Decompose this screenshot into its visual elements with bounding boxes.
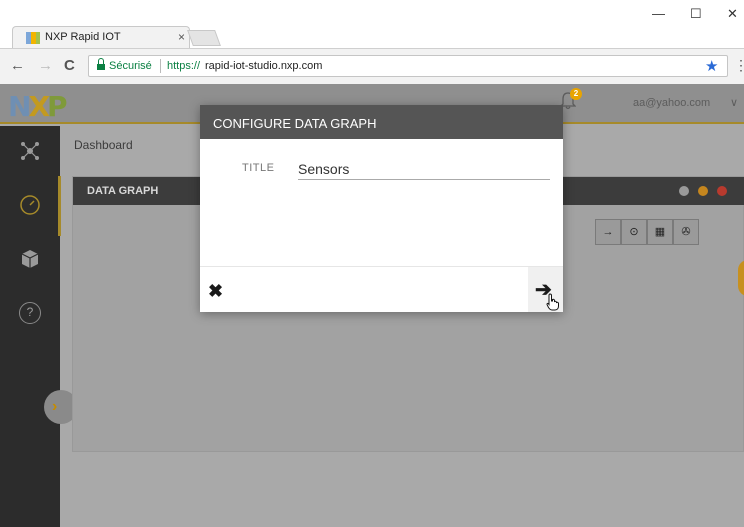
forward-arrow-icon[interactable]: → (38, 57, 53, 74)
card-title: DATA GRAPH (87, 185, 159, 197)
tab-close-icon[interactable]: × (178, 30, 185, 44)
card-settings-icon[interactable] (679, 186, 689, 196)
browser-titlebar: NXP Rapid IOT × — ☐ ✕ (0, 0, 744, 48)
address-bar[interactable]: Sécurisé https:// rapid-iot-studio.nxp.c… (88, 55, 728, 77)
close-icon[interactable]: ✖ (208, 281, 223, 302)
logo-letter-x: X (28, 90, 50, 123)
configure-data-graph-dialog: CONFIGURE DATA GRAPH TITLE ✖ ➔ (200, 105, 563, 312)
browser-toolbar: ← → C Sécurisé https:// rapid-iot-studio… (0, 48, 744, 84)
new-tab-button[interactable] (187, 30, 221, 46)
share-icon[interactable]: ✇ (673, 219, 699, 245)
address-separator (160, 59, 161, 73)
arrow-right-icon[interactable]: → (595, 219, 621, 245)
calendar-icon[interactable]: ▦ (647, 219, 673, 245)
secure-label: Sécurisé (109, 60, 152, 72)
floating-action-button[interactable] (738, 260, 744, 296)
sidebar: ? › (0, 126, 78, 527)
user-email[interactable]: aa@yahoo.com (633, 97, 710, 109)
title-field-label: TITLE (242, 162, 275, 174)
nxp-logo[interactable]: NXP (8, 90, 67, 123)
title-input[interactable] (298, 158, 550, 180)
browser-tab[interactable]: NXP Rapid IOT × (12, 26, 190, 48)
minimize-window-button[interactable]: — (652, 6, 665, 21)
url-host: rapid-iot-studio.nxp.com (205, 60, 323, 72)
network-icon[interactable] (19, 140, 41, 162)
logo-letter-p: P (47, 90, 67, 123)
logo-letter-n: N (8, 90, 32, 123)
chevron-down-icon[interactable]: ∨ (730, 96, 738, 109)
help-icon[interactable]: ? (19, 302, 41, 324)
sidebar-active-indicator (58, 176, 61, 236)
tab-title: NXP Rapid IOT (45, 31, 121, 43)
browser-menu-icon[interactable]: ⋮ (734, 57, 744, 74)
hand-cursor-icon (546, 293, 560, 311)
bookmark-star-icon[interactable]: ★ (705, 57, 718, 75)
nxp-favicon-icon (26, 32, 40, 44)
reload-icon[interactable]: C (64, 57, 75, 74)
url-scheme: https:// (167, 60, 201, 72)
breadcrumb[interactable]: Dashboard (74, 138, 133, 152)
notification-count-badge: 2 (570, 88, 582, 100)
graph-toolbar: → ⊙ ▦ ✇ (595, 219, 725, 245)
card-delete-icon[interactable] (717, 186, 727, 196)
dialog-title: CONFIGURE DATA GRAPH (213, 116, 377, 131)
close-window-button[interactable]: ✕ (727, 6, 738, 22)
target-icon[interactable]: ⊙ (621, 219, 647, 245)
back-arrow-icon[interactable]: ← (10, 57, 25, 74)
dialog-divider (200, 266, 563, 267)
maximize-window-button[interactable]: ☐ (690, 6, 702, 22)
cube-icon[interactable] (19, 248, 41, 270)
dashboard-gauge-icon[interactable] (19, 194, 41, 216)
card-edit-icon[interactable] (698, 186, 708, 196)
lock-icon (97, 58, 105, 71)
dialog-header: CONFIGURE DATA GRAPH (200, 105, 563, 139)
